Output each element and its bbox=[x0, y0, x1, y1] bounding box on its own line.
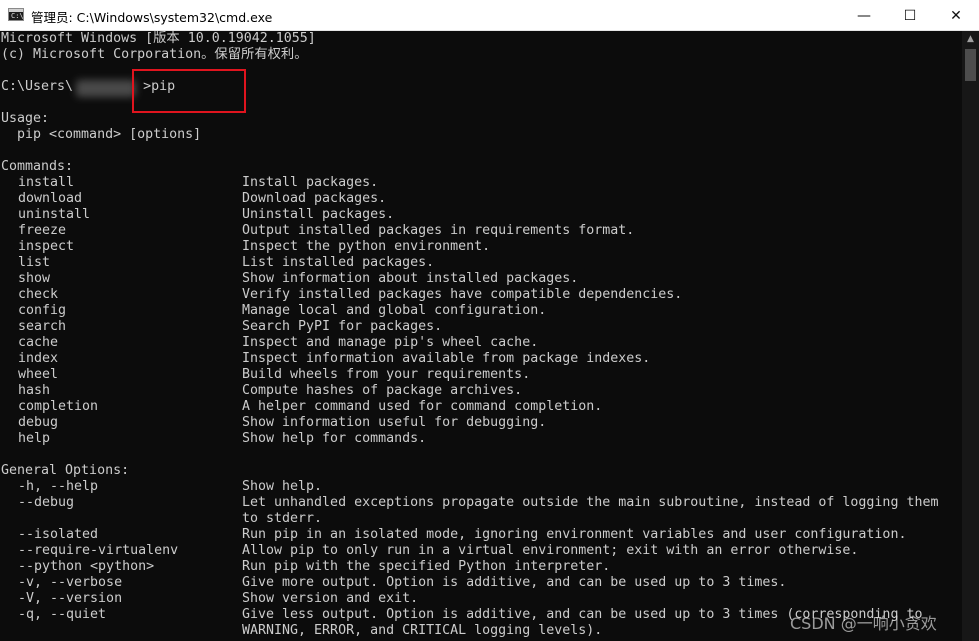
command-row: list List installed packages. bbox=[1, 255, 961, 271]
command-row: index Inspect information available from … bbox=[1, 351, 961, 367]
command-row: search Search PyPI for packages. bbox=[1, 319, 961, 335]
option-description: Let unhandled exceptions propagate outsi… bbox=[242, 495, 939, 510]
option-name: -v, --verbose bbox=[18, 575, 123, 590]
highlight-box bbox=[132, 69, 246, 113]
command-description: Show information about installed package… bbox=[242, 271, 579, 286]
command-name: wheel bbox=[18, 367, 59, 382]
option-description: to stderr. bbox=[242, 511, 323, 526]
command-description: Search PyPI for packages. bbox=[242, 319, 443, 334]
minimize-button[interactable]: — bbox=[841, 0, 887, 31]
command-name: show bbox=[18, 271, 51, 286]
command-description: Verify installed packages have compatibl… bbox=[242, 287, 683, 302]
command-name: check bbox=[18, 287, 59, 302]
scrollbar-thumb[interactable] bbox=[965, 49, 976, 81]
scroll-up-icon[interactable]: ▲ bbox=[962, 31, 979, 48]
option-name: --python <python> bbox=[18, 559, 155, 574]
command-name: help bbox=[18, 431, 51, 446]
general-options-header: General Options: bbox=[1, 463, 130, 478]
command-name: config bbox=[18, 303, 67, 318]
option-name: --require-virtualenv bbox=[18, 543, 179, 558]
option-row: to stderr. bbox=[1, 511, 961, 527]
option-name: -q, --quiet bbox=[18, 607, 107, 622]
command-description: Inspect the python environment. bbox=[242, 239, 491, 254]
command-name: hash bbox=[18, 383, 51, 398]
command-row: install Install packages. bbox=[1, 175, 961, 191]
option-row: --isolated Run pip in an isolated mode, i… bbox=[1, 527, 961, 543]
banner-line: Microsoft Windows [版本 10.0.19042.1055] bbox=[1, 31, 316, 46]
command-name: install bbox=[18, 175, 75, 190]
option-name: -V, --version bbox=[18, 591, 123, 606]
watermark: CSDN @一响小贪欢 bbox=[790, 614, 937, 633]
command-description: A helper command used for command comple… bbox=[242, 399, 603, 414]
command-description: Compute hashes of package archives. bbox=[242, 383, 523, 398]
command-row: show Show information about installed pac… bbox=[1, 271, 961, 287]
option-row: -v, --verbose Give more output. Option is… bbox=[1, 575, 961, 591]
command-description: Install packages. bbox=[242, 175, 379, 190]
option-description: Run pip with the specified Python interp… bbox=[242, 559, 611, 574]
option-description: Show version and exit. bbox=[242, 591, 419, 606]
cmd-icon-label: C:\ bbox=[11, 12, 24, 20]
option-description: Show help. bbox=[242, 479, 323, 494]
option-description: WARNING, ERROR, and CRITICAL logging lev… bbox=[242, 623, 603, 638]
window-title: 管理员: C:\Windows\system32\cmd.exe bbox=[31, 10, 273, 25]
command-row: hash Compute hashes of package archives. bbox=[1, 383, 961, 399]
command-name: list bbox=[18, 255, 51, 270]
usage-header: Usage: bbox=[1, 111, 50, 126]
redacted-username bbox=[76, 80, 136, 97]
command-description: Output installed packages in requirement… bbox=[242, 223, 635, 238]
command-description: Show help for commands. bbox=[242, 431, 427, 446]
command-name: cache bbox=[18, 335, 59, 350]
command-row: wheel Build wheels from your requirements… bbox=[1, 367, 961, 383]
option-row: --require-virtualenv Allow pip to only ru… bbox=[1, 543, 961, 559]
option-description: Allow pip to only run in a virtual envir… bbox=[242, 543, 859, 558]
command-description: Uninstall packages. bbox=[242, 207, 395, 222]
vertical-scrollbar[interactable]: ▲ bbox=[962, 31, 979, 641]
command-row: config Manage local and global configurat… bbox=[1, 303, 961, 319]
command-name: debug bbox=[18, 415, 59, 430]
option-row: --python <python> Run pip with the specif… bbox=[1, 559, 961, 575]
command-description: Inspect information available from packa… bbox=[242, 351, 651, 366]
command-name: index bbox=[18, 351, 59, 366]
command-name: search bbox=[18, 319, 67, 334]
command-description: Build wheels from your requirements. bbox=[242, 367, 531, 382]
option-name: --debug bbox=[18, 495, 75, 510]
command-description: Show information useful for debugging. bbox=[242, 415, 547, 430]
command-row: debug Show information useful for debuggi… bbox=[1, 415, 961, 431]
command-row: freeze Output installed packages in requi… bbox=[1, 223, 961, 239]
command-row: check Verify installed packages have comp… bbox=[1, 287, 961, 303]
command-row: inspect Inspect the python environment. bbox=[1, 239, 961, 255]
command-description: List installed packages. bbox=[242, 255, 435, 270]
command-name: inspect bbox=[18, 239, 75, 254]
option-description: Run pip in an isolated mode, ignoring en… bbox=[242, 527, 907, 542]
command-name: uninstall bbox=[18, 207, 91, 222]
banner-line: (c) Microsoft Corporation。保留所有权利。 bbox=[1, 47, 308, 62]
option-name: --isolated bbox=[18, 527, 99, 542]
command-row: help Show help for commands. bbox=[1, 431, 961, 447]
command-name: download bbox=[18, 191, 83, 206]
close-button[interactable]: ✕ bbox=[933, 0, 979, 31]
option-name: -h, --help bbox=[18, 479, 99, 494]
command-row: cache Inspect and manage pip's wheel cach… bbox=[1, 335, 961, 351]
command-description: Inspect and manage pip's wheel cache. bbox=[242, 335, 539, 350]
title-bar[interactable]: C:\ 管理员: C:\Windows\system32\cmd.exe — ☐… bbox=[0, 0, 979, 31]
command-row: uninstall Uninstall packages. bbox=[1, 207, 961, 223]
command-description: Manage local and global configuration. bbox=[242, 303, 547, 318]
maximize-button[interactable]: ☐ bbox=[887, 0, 933, 31]
option-row: -V, --version Show version and exit. bbox=[1, 591, 961, 607]
command-row: completion A helper command used for comm… bbox=[1, 399, 961, 415]
prompt-prefix: C:\Users\ bbox=[1, 79, 74, 94]
option-description: Give more output. Option is additive, an… bbox=[242, 575, 787, 590]
command-name: freeze bbox=[18, 223, 67, 238]
command-row: download Download packages. bbox=[1, 191, 961, 207]
usage-line: pip <command> [options] bbox=[1, 127, 202, 142]
cmd-app-icon[interactable]: C:\ bbox=[8, 8, 24, 21]
console-output[interactable]: Microsoft Windows [版本 10.0.19042.1055] (… bbox=[0, 31, 962, 641]
command-description: Download packages. bbox=[242, 191, 387, 206]
commands-header: Commands: bbox=[1, 159, 74, 174]
option-row: --debug Let unhandled exceptions propagat… bbox=[1, 495, 961, 511]
command-name: completion bbox=[18, 399, 99, 414]
option-row: -h, --help Show help. bbox=[1, 479, 961, 495]
